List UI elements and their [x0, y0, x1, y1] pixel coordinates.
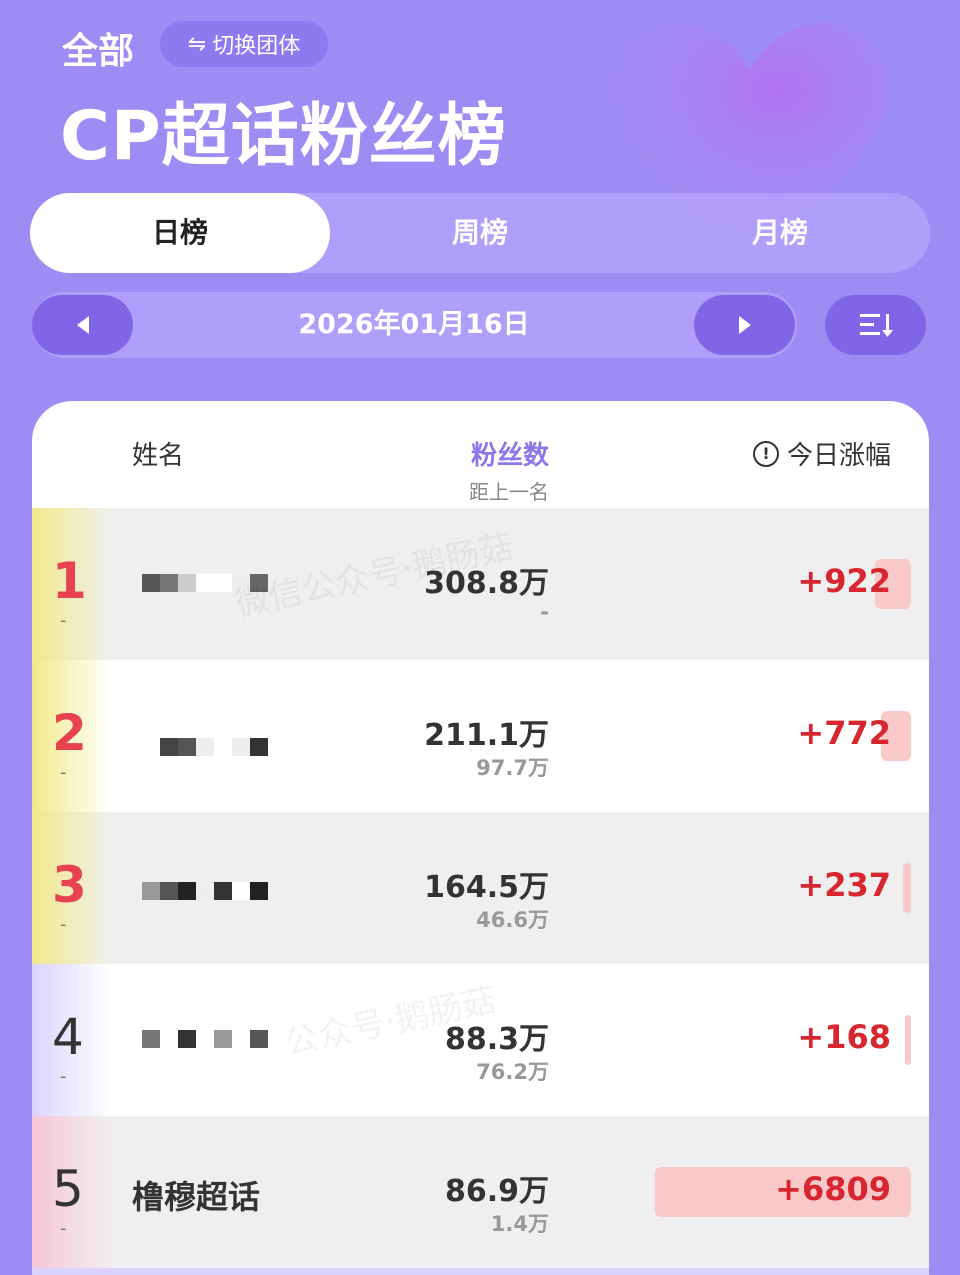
rank-change: - — [60, 610, 67, 631]
gain-value: +772 — [797, 714, 891, 752]
rank-change: - — [60, 1218, 67, 1239]
column-header-fans-sub: 距上一名 — [469, 480, 549, 504]
fans-count: 164.5万 — [424, 870, 549, 905]
rank-number: 4 — [52, 1008, 84, 1066]
page-title: CP超话粉丝榜 — [60, 97, 507, 176]
triangle-right-icon — [738, 316, 751, 334]
ranking-tabs: 日榜 周榜 月榜 — [30, 193, 930, 273]
watermark: 微信公众号·鹅肠菇 — [231, 526, 517, 625]
date-display: 2026年01月16日 — [298, 309, 530, 340]
column-header-gain-label: 今日涨幅 — [786, 441, 891, 471]
tab-monthly[interactable]: 月榜 — [630, 193, 930, 273]
next-date-button[interactable] — [694, 295, 795, 355]
fans-gap: 1.4万 — [490, 1212, 549, 1236]
rank-number: 5 — [52, 1160, 84, 1218]
fans-gap: - — [540, 600, 549, 624]
rank-number: 3 — [52, 856, 87, 914]
column-header-fans-label: 粉丝数 — [470, 441, 549, 471]
gain-value: +168 — [797, 1018, 891, 1056]
name-blurred — [160, 738, 290, 778]
name-blurred — [142, 882, 272, 922]
sort-list-icon — [859, 314, 893, 337]
info-icon[interactable]: ! — [752, 440, 779, 467]
table-row[interactable]: 2 - 211.1万 97.7万 +772 — [32, 660, 929, 812]
switch-group-button[interactable]: ⇋ 切换团体 — [160, 21, 328, 67]
sort-button[interactable] — [825, 295, 926, 355]
fans-gap: 76.2万 — [476, 1060, 549, 1084]
tab-daily[interactable]: 日榜 — [30, 193, 330, 273]
category-label: 全部 — [62, 31, 135, 72]
rank-change: - — [60, 1066, 67, 1087]
swap-arrows-icon: ⇋ — [187, 31, 207, 57]
column-header-gain[interactable]: ! 今日涨幅 — [752, 435, 891, 472]
table-row[interactable]: 5 - 橹穆超话 86.9万 1.4万 +6809 — [32, 1116, 929, 1268]
prev-date-button[interactable] — [32, 295, 133, 355]
gain-value: +922 — [797, 562, 891, 600]
gain-value: +237 — [797, 866, 891, 904]
next-row-edge — [32, 1268, 929, 1275]
column-header-name: 姓名 — [132, 441, 185, 471]
fans-count: 86.9万 — [444, 1174, 549, 1209]
ranking-card: 姓名 粉丝数 距上一名 ! 今日涨幅 1 - 308.8万 - +922 微信公… — [32, 401, 929, 1275]
fans-gap: 46.6万 — [476, 908, 549, 932]
rank-number: 2 — [52, 704, 87, 762]
rank-change: - — [60, 762, 67, 783]
fans-gap: 97.7万 — [476, 756, 549, 780]
table-row[interactable]: 1 - 308.8万 - +922 微信公众号·鹅肠菇 — [32, 508, 929, 660]
gain-value: +6809 — [775, 1170, 891, 1208]
gain-bar — [903, 863, 911, 913]
name-text: 橹穆超话 — [132, 1178, 261, 1216]
column-header-fans[interactable]: 粉丝数 距上一名 — [469, 435, 549, 505]
name-blurred — [142, 1030, 272, 1070]
switch-group-label: 切换团体 — [212, 34, 301, 59]
tab-weekly[interactable]: 周榜 — [330, 193, 630, 273]
fans-count: 211.1万 — [424, 718, 549, 753]
triangle-left-icon — [76, 316, 89, 334]
table-row[interactable]: 4 - 88.3万 76.2万 +168 公众号·鹅肠菇 — [32, 964, 929, 1116]
rank-change: - — [60, 914, 67, 935]
gain-bar — [905, 1015, 911, 1065]
table-row[interactable]: 3 - 164.5万 46.6万 +237 — [32, 812, 929, 964]
rank-number: 1 — [52, 552, 87, 610]
